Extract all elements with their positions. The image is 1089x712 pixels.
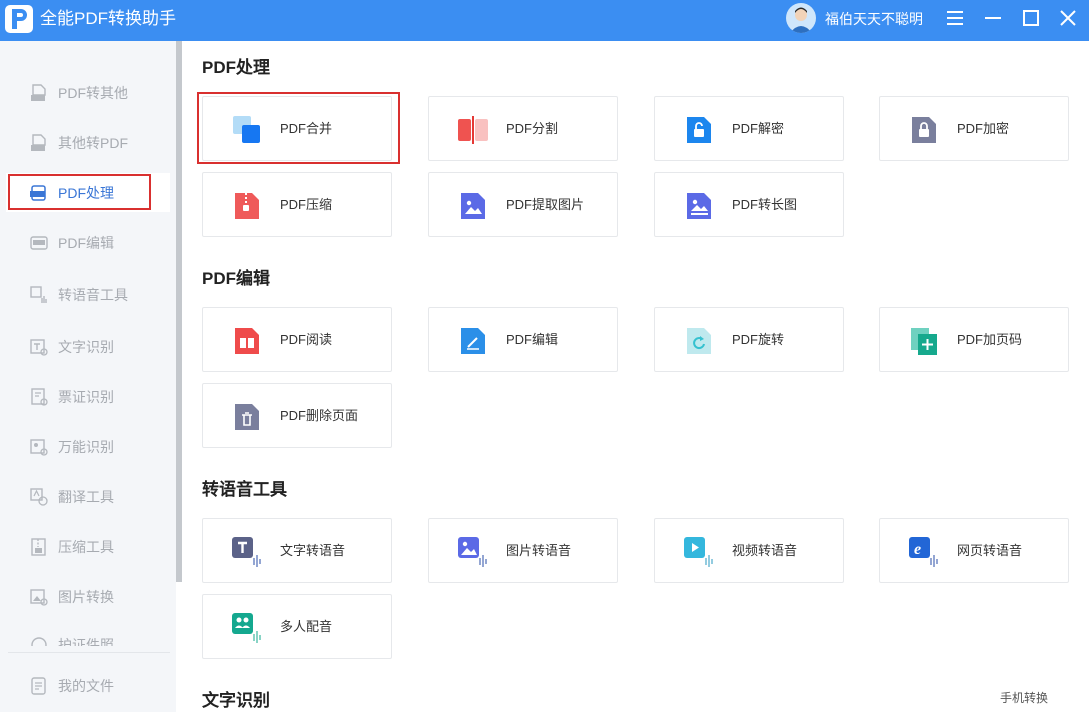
ticket-ocr-icon (31, 388, 48, 406)
app-logo-icon (5, 5, 33, 33)
section-title-pdf-edit: PDF编辑 (202, 269, 270, 288)
web-to-speech-icon: e (909, 537, 938, 567)
active-item-highlight (8, 174, 151, 210)
card-pdf-compress[interactable]: PDF压缩 (202, 172, 392, 237)
card-pdf-encrypt[interactable]: PDF加密 (879, 96, 1069, 161)
card-pdf-rotate[interactable]: PDF旋转 (654, 307, 844, 372)
rotate-icon (687, 328, 711, 354)
sidebar-divider (8, 652, 170, 653)
page-number-icon (911, 328, 937, 355)
image-convert-icon (30, 589, 48, 606)
video-to-speech-icon (684, 537, 713, 567)
voice-tool-icon (30, 286, 47, 303)
card-pdf-page-number[interactable]: PDF加页码 (879, 307, 1069, 372)
sidebar-item-other-to-pdf[interactable]: 其他转PDF (30, 132, 160, 154)
sidebar-scrollbar[interactable] (176, 41, 182, 582)
sidebar-item-compress[interactable]: 压缩工具 (30, 536, 160, 558)
read-icon (235, 328, 259, 354)
menu-icon[interactable] (944, 7, 966, 29)
edit-icon (461, 328, 485, 354)
card-image-to-speech[interactable]: 图片转语音 (428, 518, 618, 583)
image-extract-icon (461, 193, 485, 219)
user-avatar[interactable] (786, 3, 816, 33)
sidebar-item-voice-tool[interactable]: 转语音工具 (30, 284, 160, 306)
merge-card-highlight (197, 92, 400, 164)
username[interactable]: 福伯天天不聪明 (825, 10, 923, 28)
pdf-edit-icon (30, 236, 48, 250)
multi-voice-icon (232, 613, 261, 643)
text-to-speech-icon (232, 537, 261, 567)
compress-icon (31, 538, 46, 556)
app-title: 全能PDF转换助手 (40, 9, 176, 28)
split-icon (458, 116, 488, 144)
card-pdf-extract-image[interactable]: PDF提取图片 (428, 172, 618, 237)
card-text-to-speech[interactable]: 文字转语音 (202, 518, 392, 583)
maximize-icon[interactable] (1020, 7, 1042, 29)
card-pdf-read[interactable]: PDF阅读 (202, 307, 392, 372)
sidebar-item-pdf-edit[interactable]: PDF编辑 (30, 232, 160, 254)
minimize-icon[interactable] (982, 7, 1004, 29)
universal-ocr-icon (30, 439, 48, 456)
pdf-doc-icon (31, 84, 46, 101)
text-ocr-icon (30, 339, 48, 356)
translate-icon (30, 488, 48, 506)
card-pdf-edit[interactable]: PDF编辑 (428, 307, 618, 372)
card-multi-voice[interactable]: 多人配音 (202, 594, 392, 659)
sidebar-item-universal-ocr[interactable]: 万能识别 (30, 436, 160, 458)
close-icon[interactable] (1057, 7, 1079, 29)
card-video-to-speech[interactable]: 视频转语音 (654, 518, 844, 583)
delete-page-icon (235, 404, 259, 430)
sidebar-item-ticket-ocr[interactable]: 票证识别 (30, 386, 160, 408)
phone-convert-link[interactable]: 手机转换 (1000, 690, 1048, 706)
sidebar-item-translate[interactable]: 翻译工具 (30, 486, 160, 508)
pdf-doc-icon (31, 134, 46, 151)
title-bar: 全能PDF转换助手 福伯天天不聪明 (0, 0, 1089, 41)
sidebar-item-image-convert[interactable]: 图片转换 (30, 586, 160, 608)
card-pdf-decrypt[interactable]: PDF解密 (654, 96, 844, 161)
section-title-pdf-process: PDF处理 (202, 58, 270, 77)
card-pdf-split[interactable]: PDF分割 (428, 96, 618, 161)
svg-text:e: e (914, 541, 921, 558)
unlock-icon (687, 117, 711, 143)
card-pdf-delete-page[interactable]: PDF删除页面 (202, 383, 392, 448)
sidebar-item-pdf-to-other[interactable]: PDF转其他 (30, 82, 160, 104)
zip-icon (235, 193, 259, 219)
sidebar-item-id-photo[interactable]: 护证件照 (30, 634, 160, 646)
id-photo-icon (31, 637, 47, 646)
sidebar-item-text-ocr[interactable]: 文字识别 (30, 336, 160, 358)
section-title-text-ocr: 文字识别 (202, 691, 270, 710)
card-pdf-long-image[interactable]: PDF转长图 (654, 172, 844, 237)
sidebar-item-my-files[interactable]: 我的文件 (30, 675, 160, 697)
my-files-icon (31, 677, 46, 695)
section-title-voice-tool: 转语音工具 (202, 480, 287, 499)
image-to-speech-icon (458, 537, 487, 567)
card-web-to-speech[interactable]: e 网页转语音 (879, 518, 1069, 583)
long-image-icon (687, 193, 711, 219)
lock-icon (912, 117, 936, 143)
